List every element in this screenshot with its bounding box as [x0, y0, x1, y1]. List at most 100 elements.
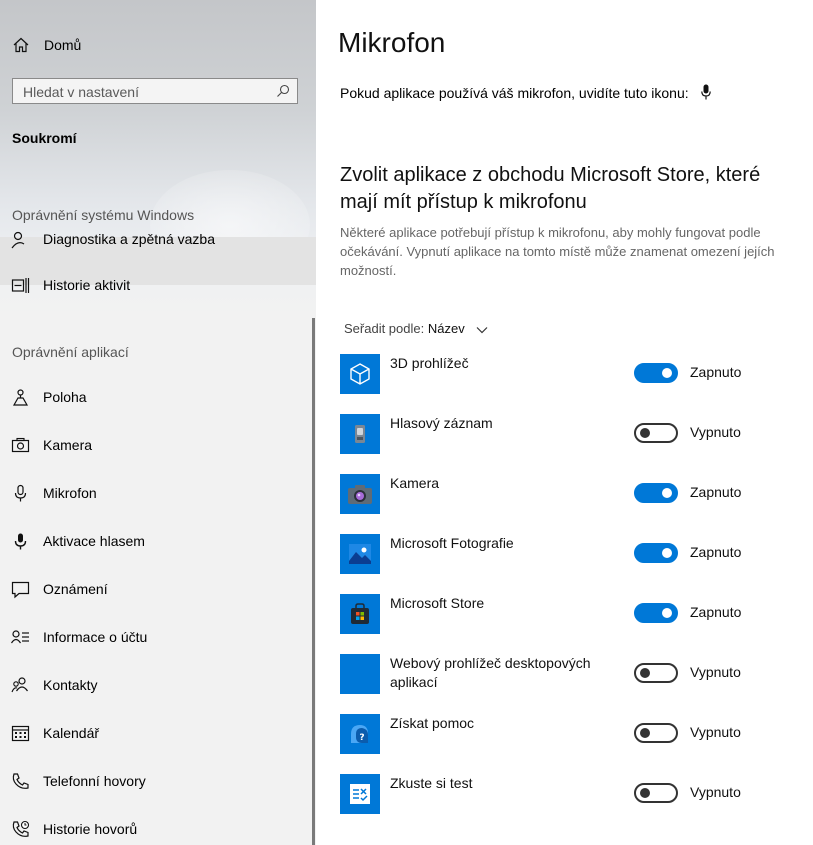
toggle-knob — [640, 788, 650, 798]
store-icon — [340, 594, 380, 634]
sidebar-item-call-history[interactable]: Historie hovorů — [0, 806, 316, 845]
toggle-state-label: Zapnuto — [690, 364, 742, 380]
group-label-apps: Oprávnění aplikací — [12, 344, 129, 360]
account-info-icon — [11, 630, 29, 644]
microphone-icon — [14, 484, 27, 502]
app-toggle[interactable] — [634, 543, 678, 563]
sidebar-item-calendar[interactable]: Kalendář — [0, 710, 316, 758]
sidebar: Domů Hledat v nastavení Soukromí Oprávně… — [0, 0, 316, 845]
notification-icon — [11, 581, 30, 599]
app-toggle[interactable] — [634, 783, 678, 803]
app-toggle[interactable] — [634, 483, 678, 503]
3d-viewer-icon — [340, 354, 380, 394]
sidebar-item-activity-history[interactable]: Historie aktivit — [0, 262, 316, 310]
page-title: Mikrofon — [338, 27, 446, 58]
toggle-knob — [662, 488, 672, 498]
app-toggle[interactable] — [634, 603, 678, 623]
toggle-state-label: Vypnuto — [690, 424, 741, 440]
sidebar-item-label: Kontakty — [43, 677, 98, 693]
toggle-knob — [662, 608, 672, 618]
home-icon — [13, 37, 29, 53]
sidebar-item-label: Historie hovorů — [43, 821, 138, 837]
sidebar-item-account-info[interactable]: Informace o účtu — [0, 614, 316, 662]
app-row: Hlasový záznam Vypnuto — [340, 414, 800, 474]
take-a-test-icon — [340, 774, 380, 814]
sidebar-item-label: Kalendář — [43, 725, 100, 741]
main-content: Mikrofon Pokud aplikace používá váš mikr… — [316, 0, 813, 845]
call-history-icon — [12, 820, 30, 837]
phone-icon — [12, 773, 29, 789]
toggle-state-label: Zapnuto — [690, 544, 742, 560]
toggle-state-label: Zapnuto — [690, 604, 742, 620]
sidebar-item-label: Poloha — [43, 389, 87, 405]
sidebar-item-label: Telefonní hovory — [43, 773, 146, 789]
toggle-knob — [662, 548, 672, 558]
info-line: Pokud aplikace používá váš mikrofon, uvi… — [340, 84, 711, 101]
sidebar-item-label: Diagnostika a zpětná vazba — [43, 231, 215, 247]
app-row: Webový prohlížeč desktopových aplikací V… — [340, 654, 800, 714]
app-row: Kamera Zapnuto — [340, 474, 800, 534]
sidebar-item-camera[interactable]: Kamera — [0, 422, 316, 470]
app-toggle[interactable] — [634, 723, 678, 743]
toggle-state-label: Vypnuto — [690, 664, 741, 680]
sort-label: Seřadit podle: — [344, 321, 425, 336]
group-label-system: Oprávnění systému Windows — [12, 207, 195, 223]
microphone-indicator-icon — [700, 84, 711, 100]
camera-icon — [11, 437, 30, 453]
app-name: Webový prohlížeč desktopových aplikací — [390, 655, 591, 690]
app-toggle[interactable] — [634, 423, 678, 443]
app-name: Hlasový záznam — [390, 415, 493, 431]
toggle-knob — [640, 668, 650, 678]
app-name: 3D prohlížeč — [390, 355, 469, 371]
app-row: 3D prohlížeč Zapnuto — [340, 354, 800, 414]
sidebar-item-label: Historie aktivit — [43, 277, 131, 293]
app-toggle[interactable] — [634, 663, 678, 683]
sidebar-item-label: Informace o účtu — [43, 629, 148, 645]
toggle-state-label: Vypnuto — [690, 784, 741, 800]
sidebar-item-voice-activation[interactable]: Aktivace hlasem — [0, 518, 316, 566]
section-description: Některé aplikace potřebují přístup k mik… — [340, 225, 775, 278]
scrollbar-thumb[interactable] — [312, 318, 315, 845]
toggle-state-label: Vypnuto — [690, 724, 741, 740]
search-icon[interactable] — [276, 84, 290, 98]
sidebar-item-label: Aktivace hlasem — [43, 533, 145, 549]
voice-recorder-icon — [340, 414, 380, 454]
sidebar-item-location[interactable]: Poloha — [0, 374, 316, 422]
app-name: Microsoft Store — [390, 595, 485, 611]
app-name: Zkuste si test — [390, 775, 473, 791]
app-row: Microsoft Fotografie Zapnuto — [340, 534, 800, 594]
search-input[interactable]: Hledat v nastavení — [12, 78, 298, 104]
sidebar-item-microphone[interactable]: Mikrofon — [0, 470, 316, 518]
home-label: Domů — [44, 37, 82, 53]
app-toggle[interactable] — [634, 363, 678, 383]
sidebar-item-phone-calls[interactable]: Telefonní hovory — [0, 758, 316, 806]
app-row: ? Získat pomoc Vypnuto — [340, 714, 800, 774]
desktop-web-viewer-icon — [340, 654, 380, 694]
info-text: Pokud aplikace používá váš mikrofon, uvi… — [340, 85, 689, 101]
svg-text:?: ? — [359, 733, 364, 743]
app-row: Microsoft Store Zapnuto — [340, 594, 800, 654]
contacts-icon — [11, 677, 28, 693]
chevron-down-icon — [476, 327, 488, 334]
feedback-icon — [11, 231, 25, 249]
toggle-knob — [640, 428, 650, 438]
toggle-knob — [662, 368, 672, 378]
home-button[interactable]: Domů — [0, 28, 316, 62]
sidebar-item-contacts[interactable]: Kontakty — [0, 662, 316, 710]
sort-dropdown[interactable]: Seřadit podle: Název — [344, 321, 488, 336]
activity-history-icon — [11, 278, 30, 293]
toggle-knob — [640, 728, 650, 738]
section-heading: Zvolit aplikace z obchodu Microsoft Stor… — [340, 164, 761, 213]
sidebar-item-label: Oznámení — [43, 581, 108, 597]
get-help-icon: ? — [340, 714, 380, 754]
toggle-state-label: Zapnuto — [690, 484, 742, 500]
section-title: Soukromí — [12, 130, 77, 146]
calendar-icon — [11, 725, 30, 742]
search-placeholder: Hledat v nastavení — [23, 84, 139, 100]
camera-app-icon — [340, 474, 380, 514]
app-row: Zkuste si test Vypnuto — [340, 774, 800, 834]
sidebar-item-notifications[interactable]: Oznámení — [0, 566, 316, 614]
sidebar-item-label: Kamera — [43, 437, 93, 453]
location-icon — [12, 389, 29, 406]
photos-icon — [340, 534, 380, 574]
